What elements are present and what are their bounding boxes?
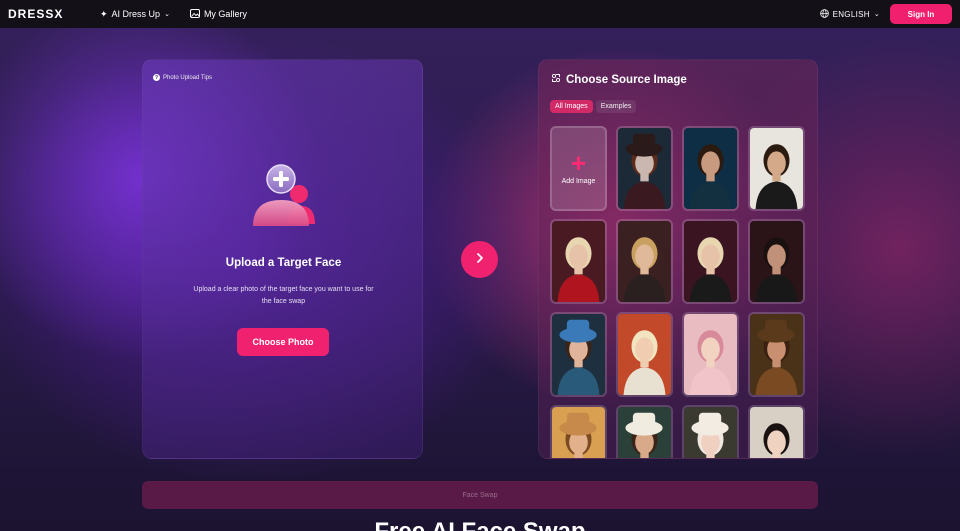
sparkle-icon: ✦ (100, 8, 108, 19)
mad-hatter-portrait[interactable] (616, 126, 673, 211)
top-nav: DRESSX ✦ AI Dress Up ⌄ My Gallery ENGLIS… (0, 0, 960, 28)
flower-crown-portrait[interactable] (550, 312, 607, 397)
upload-target-panel: ? Photo Upload Tips Upload a Target Face… (142, 59, 423, 459)
question-icon: ? (153, 74, 160, 81)
tab-all-images[interactable]: All Images (550, 100, 593, 113)
pink-fox-portrait[interactable] (682, 312, 739, 397)
add-image-button[interactable]: + Add Image (550, 126, 607, 211)
gallery-icon (189, 8, 200, 20)
blonde-devil-portrait[interactable] (682, 219, 739, 304)
asian-woman-portrait[interactable] (748, 405, 805, 458)
globe-icon (819, 8, 829, 20)
language-label: ENGLISH (832, 9, 870, 19)
nav-item-ai-dress-up[interactable]: ✦ AI Dress Up ⌄ (100, 9, 170, 20)
source-image-panel: Choose Source Image All Images Examples … (538, 59, 818, 459)
blonde-woman-portrait[interactable] (616, 219, 673, 304)
choose-photo-button[interactable]: Choose Photo (237, 328, 329, 356)
chevron-down-icon: ⌄ (164, 11, 170, 18)
chevron-down-icon: ⌄ (873, 11, 880, 18)
marilyn-gift-portrait[interactable] (616, 312, 673, 397)
upload-title: Upload a Target Face (225, 257, 342, 269)
red-devil-portrait[interactable] (550, 219, 607, 304)
source-title-label: Choose Source Image (566, 73, 687, 86)
page-heading: Free AI Face Swap (0, 518, 960, 531)
logo[interactable]: DRESSX (8, 7, 100, 21)
headdress-portrait[interactable] (682, 405, 739, 458)
tab-examples[interactable]: Examples (595, 100, 637, 113)
cowboy-portrait[interactable] (748, 312, 805, 397)
language-selector[interactable]: ENGLISH ⌄ (819, 8, 880, 20)
upload-description: Upload a clear photo of the target face … (193, 286, 374, 305)
neon-suit-portrait[interactable] (682, 126, 739, 211)
add-image-label: Add Image (561, 178, 596, 185)
dark-man-portrait[interactable] (748, 219, 805, 304)
nav-item-my-gallery[interactable]: My Gallery (189, 8, 247, 20)
chevron-right-icon (474, 251, 486, 269)
plus-icon: + (570, 148, 587, 178)
white-hat-man-portrait[interactable] (616, 405, 673, 458)
source-tabs: All Images Examples (550, 100, 637, 113)
face-swap-button[interactable]: Face Swap (142, 481, 818, 509)
photo-upload-tips[interactable]: ? Photo Upload Tips (153, 74, 212, 81)
sign-in-button[interactable]: Sign In (890, 4, 952, 24)
nav-item-label: AI Dress Up (111, 9, 161, 19)
source-panel-title: Choose Source Image (551, 73, 687, 86)
add-user-icon (247, 164, 319, 228)
businessman-portrait[interactable] (748, 126, 805, 211)
tips-label: Photo Upload Tips (163, 74, 213, 81)
nav-item-label: My Gallery (203, 9, 247, 19)
swap-icon (551, 73, 561, 86)
next-arrow-button[interactable] (461, 241, 498, 278)
cowgirl-portrait[interactable] (550, 405, 607, 458)
